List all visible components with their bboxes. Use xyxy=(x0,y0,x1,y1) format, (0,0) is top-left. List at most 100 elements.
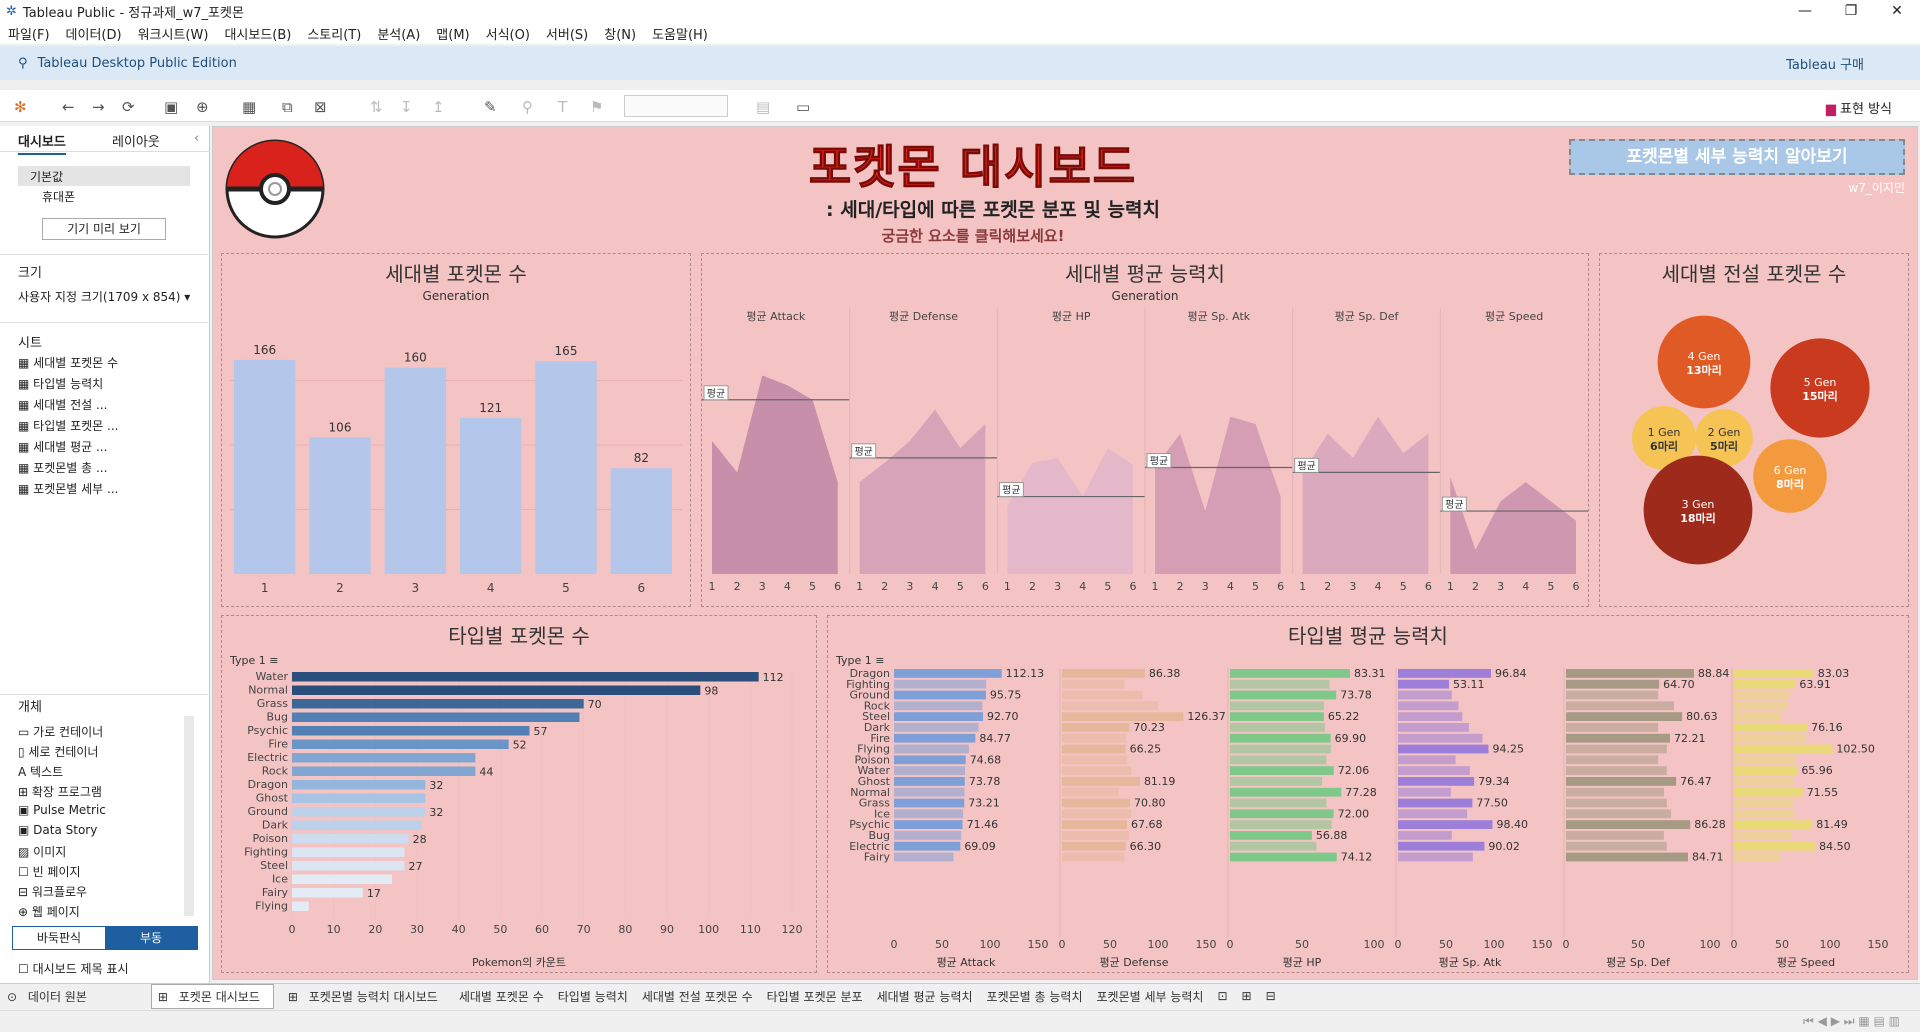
device-default[interactable]: 기본값 xyxy=(30,168,63,185)
show-cards-icon[interactable]: ▤ xyxy=(756,98,770,116)
legendary-chart[interactable]: 4 Gen13마리 5 Gen15마리 1 Gen6마리 2 Gen5마리 6 Gen8… xyxy=(1600,284,1908,604)
new-datasource-icon[interactable]: ⊕ xyxy=(196,98,209,116)
new-dashboard-icon[interactable]: ⊞ xyxy=(1242,989,1252,1003)
type-avg-panel[interactable]: 타입별 평균 능력치 Type 1 ≡ Dragon Fighting Ground R… xyxy=(827,615,1909,973)
device-preview-button[interactable]: 기기 미리 보기 xyxy=(42,218,166,240)
menu-story[interactable]: 스토리(T) xyxy=(307,24,361,43)
menu-worksheet[interactable]: 워크시트(W) xyxy=(138,24,209,43)
highlight-icon[interactable]: ✎ xyxy=(484,98,497,116)
tab-sheet-9[interactable]: 포켓몬별 세부 능력치 xyxy=(1096,988,1203,1005)
new-sheet-icon[interactable]: ▦ xyxy=(242,98,256,116)
tab-dashboard[interactable]: 대시보드 xyxy=(18,131,66,155)
sheet-item[interactable]: ▦ 타입별 포켓몬 ... xyxy=(18,417,118,434)
object-item[interactable]: ⊟ 워크플로우 xyxy=(18,883,87,900)
label-icon[interactable]: T xyxy=(558,98,567,116)
bar xyxy=(894,841,961,851)
floating-button[interactable]: 부동 xyxy=(105,927,197,949)
swap-icon[interactable]: ⇅ xyxy=(370,98,383,116)
sheet-item[interactable]: ▦ 세대별 전설 ... xyxy=(18,396,107,413)
data-label: 70 xyxy=(588,698,602,711)
dashboard-title: 포켓몬 대시보드 xyxy=(808,140,1138,195)
refresh-icon[interactable]: ⟳ xyxy=(122,98,135,116)
detail-stats-button[interactable]: 포켓몬별 세부 능력치 알아보기 xyxy=(1569,139,1905,175)
new-worksheet-icon[interactable]: ⊡ xyxy=(1217,989,1227,1003)
bar xyxy=(894,777,965,786)
tab-sheet-6[interactable]: 타입별 포켓몬 분포 xyxy=(767,988,863,1005)
data-label: 90.02 xyxy=(1488,840,1520,853)
area-series xyxy=(1007,448,1133,574)
close-icon[interactable]: ✕ xyxy=(1874,0,1920,22)
sheet-item[interactable]: ▦ 타입별 능력치 xyxy=(18,375,103,392)
object-item[interactable]: ▯ 세로 컨테이너 xyxy=(18,743,98,760)
device-phone[interactable]: 휴대폰 xyxy=(42,188,75,205)
menu-file[interactable]: 파일(F) xyxy=(8,24,50,43)
object-item[interactable]: ▭ 가로 컨테이너 xyxy=(18,723,103,740)
sheet-item[interactable]: ▦ 포켓몬별 세부 ... xyxy=(18,480,118,497)
gen-avg-panel[interactable]: 세대별 평균 능력치 Generation 평균 Attack 평균 1 2 3 4 5 6 평균… xyxy=(701,253,1589,607)
object-item[interactable]: ▣ Pulse Metric xyxy=(18,803,106,817)
tab-stat-dashboard[interactable]: ⊞ 포켓몬별 능력치 대시보드 xyxy=(288,988,445,1005)
menu-dashboard[interactable]: 대시보드(B) xyxy=(224,24,291,43)
collapse-icon[interactable]: ‹ xyxy=(194,131,199,146)
presentation-icon[interactable]: ▭ xyxy=(796,98,810,116)
save-icon[interactable]: ▣ xyxy=(164,98,178,116)
gen-count-chart[interactable]: Generation 166 1 106 2 160 3 121 4 165 5 82 6 xyxy=(222,284,690,604)
menu-format[interactable]: 서식(O) xyxy=(486,24,530,43)
buy-link[interactable]: Tableau 구매 xyxy=(1786,54,1864,73)
sheet-item[interactable]: ▦ 세대별 평균 ... xyxy=(18,438,107,455)
type-avg-chart[interactable]: Type 1 ≡DragonFightingGroundRockSteelDar… xyxy=(828,648,1908,970)
panel-header: 평균 Speed xyxy=(1485,310,1543,323)
type-count-chart[interactable]: Type 1 ≡ 0 10 20 30 40 50 60 70 80 90 100 110 120 Wate… xyxy=(222,648,816,970)
bar xyxy=(1230,679,1330,689)
clear-sheet-icon[interactable]: ⊠ xyxy=(314,98,327,116)
menu-data[interactable]: 데이터(D) xyxy=(66,24,122,43)
new-story-icon[interactable]: ⊟ xyxy=(1266,989,1276,1003)
object-item[interactable]: ☐ 빈 페이지 xyxy=(18,863,81,880)
sheet-item[interactable]: ▦ 포켓몬별 총 ... xyxy=(18,459,107,476)
tab-layout[interactable]: 레이아웃 xyxy=(112,131,160,150)
sheet-item[interactable]: ▦ 세대별 포켓몬 수 xyxy=(18,354,118,371)
object-item[interactable]: A 텍스트 xyxy=(18,763,63,780)
maximize-icon[interactable]: ❐ xyxy=(1828,0,1874,22)
object-item[interactable]: ⊕ 웹 페이지 xyxy=(18,903,80,920)
menu-help[interactable]: 도움말(H) xyxy=(652,24,708,43)
type-count-panel[interactable]: 타입별 포켓몬 수 Type 1 ≡ 0 10 20 30 40 50 60 70 80 90 100… xyxy=(221,615,817,973)
sort-desc-icon[interactable]: ↥ xyxy=(432,98,445,116)
data-label: 67.68 xyxy=(1131,818,1163,831)
tick-label: 0 xyxy=(1227,938,1234,951)
show-me-button[interactable]: ▆ 표현 방식 xyxy=(1826,98,1892,117)
size-select[interactable]: 사용자 지정 크기(1709 x 854) ▾ xyxy=(18,288,190,305)
duplicate-icon[interactable]: ⧉ xyxy=(282,98,293,116)
menu-analysis[interactable]: 분석(A) xyxy=(377,24,420,43)
show-title-checkbox[interactable]: ☐ 대시보드 제목 표시 xyxy=(18,960,129,977)
tableau-logo-icon[interactable]: ✻ xyxy=(14,98,27,116)
tab-sheet-4[interactable]: 타입별 능력치 xyxy=(558,988,628,1005)
area-series xyxy=(712,375,838,574)
minimize-icon[interactable]: — xyxy=(1782,0,1828,22)
undo-icon[interactable]: ← xyxy=(62,98,75,116)
scrollbar[interactable] xyxy=(184,716,194,916)
tab-sheet-5[interactable]: 세대별 전설 포켓몬 수 xyxy=(642,988,753,1005)
tab-sheet-3[interactable]: 세대별 포켓몬 수 xyxy=(459,988,544,1005)
tab-data-source[interactable]: ⊙ 데이터 원본 xyxy=(7,988,94,1005)
menu-window[interactable]: 창(N) xyxy=(604,24,636,43)
tab-sheet-8[interactable]: 포켓몬별 총 능력치 xyxy=(987,988,1083,1005)
group-icon[interactable]: ⚲ xyxy=(522,98,533,116)
object-item[interactable]: ⊞ 확장 프로그램 xyxy=(18,783,102,800)
gen-count-panel[interactable]: 세대별 포켓몬 수 Generation 166 1 106 2 160 3 121 4 165 5… xyxy=(221,253,691,607)
menu-server[interactable]: 서버(S) xyxy=(546,24,588,43)
menu-map[interactable]: 맵(M) xyxy=(436,24,469,43)
tab-pokemon-dashboard[interactable]: ⊞ 포켓몬 대시보드 xyxy=(150,983,274,1009)
object-item[interactable]: ▣ Data Story xyxy=(18,823,97,837)
object-item[interactable]: ▨ 이미지 xyxy=(18,843,66,860)
tiled-button[interactable]: 바둑판식 xyxy=(13,927,105,949)
view-toggle-icons[interactable]: ⏮ ◀ ▶ ⏭ ▦ ▤ ▥ xyxy=(1803,1014,1900,1029)
bar xyxy=(1734,841,1816,851)
redo-icon[interactable]: → xyxy=(92,98,105,116)
legendary-panel[interactable]: 세대별 전설 포켓몬 수 4 Gen 13마리 5 Gen 15마리 1 Gen 6마리 2… xyxy=(1599,253,1909,607)
sort-asc-icon[interactable]: ↧ xyxy=(400,98,413,116)
tab-sheet-7[interactable]: 세대별 평균 능력치 xyxy=(877,988,973,1005)
pin-axis-icon[interactable]: ⚑ xyxy=(590,98,603,116)
fit-dropdown[interactable] xyxy=(624,95,728,117)
gen-avg-chart[interactable]: Generation 평균 Attack 평균 1 2 3 4 5 6 평균 Defense 평균 1… xyxy=(702,284,1588,604)
